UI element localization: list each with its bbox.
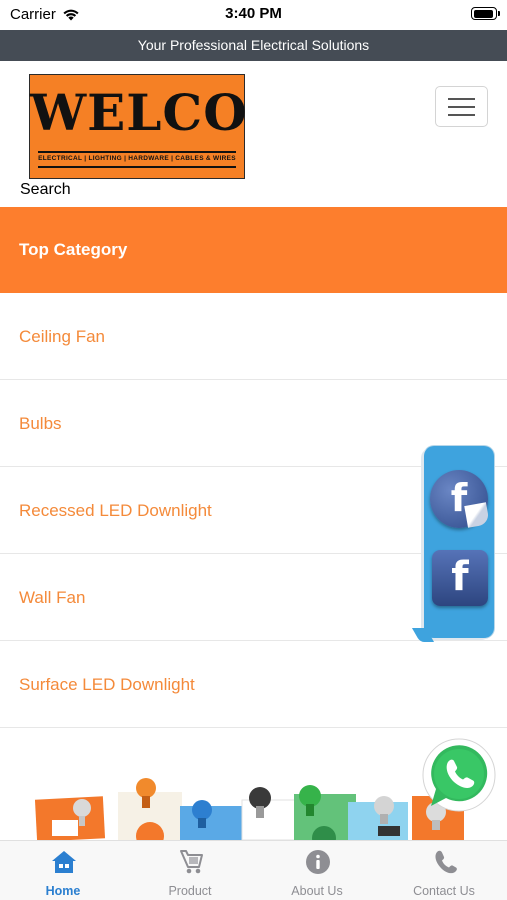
facebook-widget: f f [411,446,494,642]
welco-logo[interactable]: WELCO ELECTRICAL | LIGHTING | HARDWARE |… [29,74,248,179]
menu-icon-bar [448,98,475,100]
header: WELCO ELECTRICAL | LIGHTING | HARDWARE |… [0,61,507,207]
info-icon [306,850,330,874]
category-item-ceiling-fan[interactable]: Ceiling Fan [0,293,507,380]
tab-bar: Home Product About Us Contact Us [0,840,507,900]
category-item-surface-led-downlight[interactable]: Surface LED Downlight [0,641,507,728]
clock: 3:40 PM [225,5,282,22]
menu-icon-bar [448,106,475,108]
facebook-round-icon[interactable]: f [430,470,488,528]
tab-home[interactable]: Home [0,841,126,900]
search-label[interactable]: Search [20,181,71,199]
facebook-letter: f [451,554,469,600]
tab-label: Product [168,884,212,898]
tab-about-us[interactable]: About Us [254,841,380,900]
top-category-header: Top Category [0,207,507,293]
menu-icon-bar [448,114,475,116]
hamburger-menu-button[interactable] [435,86,488,127]
logo-divider-top [38,151,236,153]
tagline-banner: Your Professional Electrical Solutions [0,30,507,61]
tab-label: Contact Us [413,884,475,898]
tab-product[interactable]: Product [127,841,253,900]
facebook-letter: f [450,476,468,520]
status-bar: Carrier 3:40 PM [0,0,507,30]
cart-icon [180,850,203,874]
logo-wordmark: WELCO [30,83,248,142]
logo-divider-bottom [38,166,236,168]
tab-label: Home [45,884,81,898]
whatsapp-icon[interactable] [421,736,497,812]
phone-icon [435,850,457,874]
battery-icon [471,7,500,20]
home-icon [52,851,76,873]
logo-tagline: ELECTRICAL | LIGHTING | HARDWARE | CABLE… [38,155,236,162]
tab-label: About Us [291,884,343,898]
tab-contact-us[interactable]: Contact Us [381,841,507,900]
pins-banner-image [34,778,464,840]
facebook-square-icon[interactable]: f [432,550,488,606]
